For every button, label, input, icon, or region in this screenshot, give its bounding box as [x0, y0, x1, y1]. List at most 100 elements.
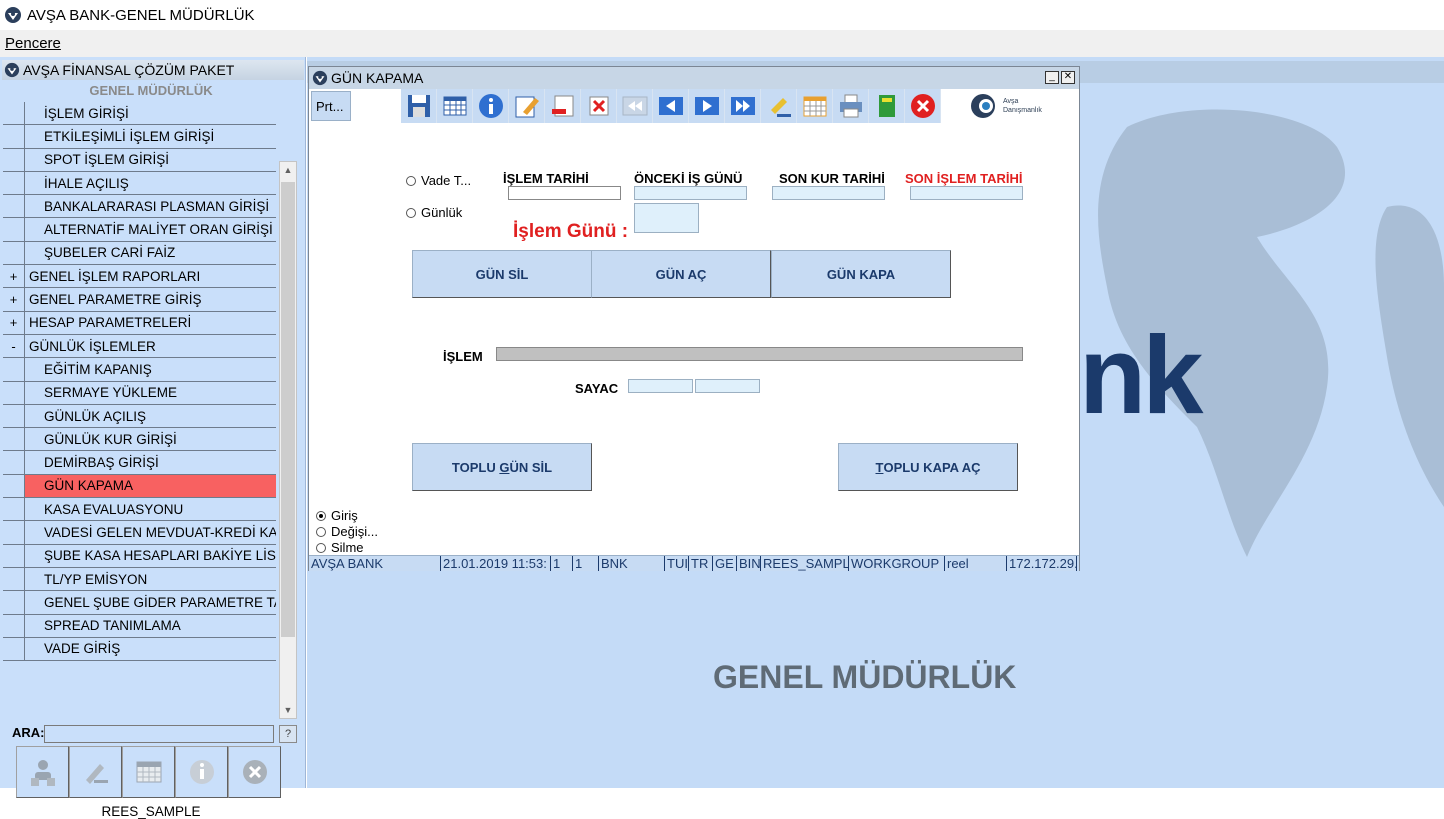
status-cell: WORKGROUP: [849, 556, 945, 571]
tree-item[interactable]: + HESAP PARAMETRELERİ: [3, 311, 276, 335]
tree-gutter: [3, 567, 25, 591]
tree-item[interactable]: GÜN KAPAMA: [3, 474, 276, 499]
last-record-button[interactable]: [725, 89, 761, 123]
first-record-button[interactable]: [617, 89, 653, 123]
gun-ac-button[interactable]: GÜN AÇ: [591, 250, 771, 298]
tree-item[interactable]: KASA EVALUASYONU: [3, 498, 276, 522]
child-form: Vade T... Günlük İŞLEM TARİHİ ÖNCEKİ İŞ …: [309, 123, 1079, 555]
pen-button[interactable]: [69, 746, 122, 798]
tree-item[interactable]: İŞLEM GİRİŞİ: [3, 102, 276, 126]
tree-item[interactable]: TL/YP EMİSYON: [3, 567, 276, 592]
tree-item[interactable]: BANKALARARASI PLASMAN GİRİŞİ: [3, 195, 276, 219]
cancel-button[interactable]: [581, 89, 617, 123]
search-help-button[interactable]: ?: [279, 725, 297, 743]
islem-gunu-label: İşlem Günü :: [513, 221, 629, 242]
search-input[interactable]: [44, 725, 274, 743]
menu-pencere[interactable]: Pencere: [5, 35, 61, 52]
tree-item[interactable]: SERMAYE YÜKLEME: [3, 381, 276, 405]
tree-item[interactable]: + GENEL İŞLEM RAPORLARI: [3, 265, 276, 289]
expand-toggle[interactable]: +: [3, 288, 25, 311]
islem-label: İŞLEM: [443, 349, 483, 364]
expand-toggle[interactable]: +: [3, 311, 25, 334]
minimize-icon[interactable]: _: [1045, 71, 1059, 84]
calendar-button[interactable]: [797, 89, 833, 123]
calendar-button[interactable]: [122, 746, 175, 798]
radio-gunluk[interactable]: Günlük: [406, 205, 462, 220]
info-button[interactable]: [473, 89, 509, 123]
status-cell: GE: [713, 556, 737, 571]
mode-giris[interactable]: Giriş: [316, 508, 358, 523]
islem-tarihi-field[interactable]: [508, 186, 621, 200]
edit-button[interactable]: [509, 89, 545, 123]
tree-gutter: [3, 381, 25, 404]
islem-gunu-field[interactable]: [634, 203, 699, 233]
mode-silme[interactable]: Silme: [316, 540, 364, 555]
close-icon: [242, 760, 267, 784]
scroll-thumb[interactable]: [281, 182, 295, 637]
close-button[interactable]: [228, 746, 281, 798]
status-cell: 21.01.2019 11:53:: [441, 556, 551, 571]
book-icon: [878, 95, 895, 117]
delete-record-button[interactable]: [545, 89, 581, 123]
tree-item[interactable]: EĞİTİM KAPANIŞ: [3, 358, 276, 382]
tree-item-label: GÜNLÜK AÇILIŞ: [44, 408, 147, 424]
header-son-islem-tarihi: SON İŞLEM TARİHİ: [905, 171, 1023, 186]
toplu-kapa-ac-button[interactable]: T OPLU KAPA AÇ: [838, 443, 1018, 491]
avsa-logo-icon: [971, 94, 995, 118]
info-button[interactable]: [175, 746, 228, 798]
grid-button[interactable]: [437, 89, 473, 123]
son-islem-tarihi-field[interactable]: [910, 186, 1023, 200]
tree-item[interactable]: GÜNLÜK KUR GİRİŞİ: [3, 428, 276, 452]
radio-vade[interactable]: Vade T...: [406, 173, 471, 188]
info-icon: [189, 760, 214, 784]
tree-item[interactable]: VADE GİRİŞ: [3, 637, 276, 662]
gun-kapa-button[interactable]: GÜN KAPA: [771, 250, 951, 298]
tree-item[interactable]: - GÜNLÜK İŞLEMLER: [3, 334, 276, 359]
onceki-is-gunu-field[interactable]: [634, 186, 747, 200]
tree-item[interactable]: İHALE AÇILIŞ: [3, 171, 276, 196]
scroll-up-icon[interactable]: ▲: [280, 162, 296, 178]
tree-item[interactable]: ALTERNATİF MALİYET ORAN GİRİŞİ: [3, 218, 276, 242]
tree-item[interactable]: ŞUBE KASA HESAPLARI BAKİYE LİST: [3, 544, 276, 568]
expand-toggle[interactable]: +: [3, 265, 25, 288]
scroll-down-icon[interactable]: ▼: [280, 702, 296, 718]
toplu-gun-sil-button[interactable]: TOPLU G ÜN SİL: [412, 443, 592, 491]
tree-item[interactable]: GÜNLÜK AÇILIŞ: [3, 404, 276, 429]
next-record-button[interactable]: [689, 89, 725, 123]
tree-item[interactable]: SPOT İŞLEM GİRİŞİ: [3, 148, 276, 172]
tree-gutter: [3, 428, 25, 451]
tree-item[interactable]: GENEL ŞUBE GİDER PARAMETRE TA: [3, 591, 276, 615]
tree-item-label: BANKALARARASI PLASMAN GİRİŞİ: [44, 198, 270, 214]
son-kur-tarihi-field[interactable]: [772, 186, 885, 200]
print-button[interactable]: [833, 89, 869, 123]
prev-record-button[interactable]: [653, 89, 689, 123]
print-setup-button[interactable]: Prt...: [311, 91, 351, 121]
exit-button[interactable]: [905, 89, 941, 123]
tree-item[interactable]: ŞUBELER CARİ FAİZ: [3, 241, 276, 266]
book-button[interactable]: [869, 89, 905, 123]
tree-item[interactable]: ETKİLEŞİMLİ İŞLEM GİRİŞİ: [3, 125, 276, 149]
left-panel-title: AVŞA FİNANSAL ÇÖZÜM PAKET: [23, 62, 235, 78]
sayac-field-2[interactable]: [695, 379, 760, 393]
tree-item[interactable]: DEMİRBAŞ GİRİŞİ: [3, 451, 276, 475]
tree-gutter: [3, 241, 25, 265]
status-cell: TUI: [667, 556, 689, 571]
close-window-icon[interactable]: ✕: [1061, 71, 1075, 84]
collapse-toggle[interactable]: -: [3, 334, 25, 358]
tree-item-label: EĞİTİM KAPANIŞ: [44, 361, 152, 377]
tree-item[interactable]: + GENEL PARAMETRE GİRİŞ: [3, 288, 276, 312]
users-button[interactable]: [16, 746, 69, 798]
tree-item[interactable]: VADESİ GELEN MEVDUAT-KREDİ KA: [3, 521, 276, 545]
mode-degisi[interactable]: Değişi...: [316, 524, 378, 539]
tree-item[interactable]: SPREAD TANIMLAMA: [3, 614, 276, 638]
calendar-icon: [136, 761, 161, 783]
gun-sil-button[interactable]: GÜN SİL: [412, 250, 592, 298]
save-button[interactable]: [401, 89, 437, 123]
clear-button[interactable]: [761, 89, 797, 123]
status-cell: TR: [689, 556, 713, 571]
tree-scrollbar[interactable]: ▲ ▼: [279, 161, 297, 719]
tree-item-label: SPOT İŞLEM GİRİŞİ: [44, 152, 170, 168]
tree-gutter: [3, 171, 25, 195]
sayac-field-1[interactable]: [628, 379, 693, 393]
mode-silme-label: Silme: [331, 540, 364, 555]
